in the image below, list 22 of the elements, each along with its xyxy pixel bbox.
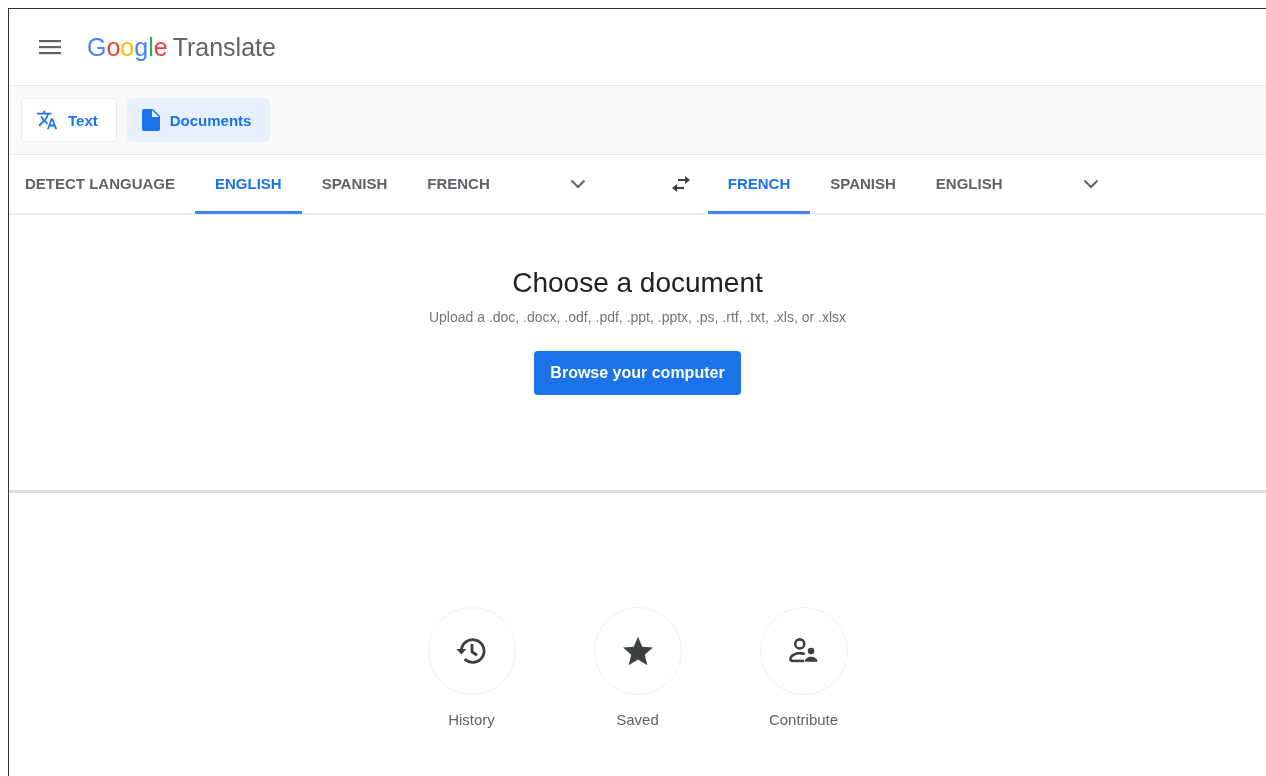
language-tab[interactable]: FRENCH — [707, 155, 811, 214]
language-tab[interactable]: ENGLISH — [915, 155, 1023, 214]
chevron-down-icon[interactable] — [569, 179, 586, 189]
upload-title: Choose a document — [512, 267, 763, 299]
shortcut-label: Saved — [616, 711, 659, 728]
language-tab[interactable]: DETECT LANGUAGE — [5, 155, 195, 214]
translate-icon — [36, 109, 58, 131]
logo: Google — [87, 32, 168, 62]
document-icon — [141, 109, 160, 131]
upload-hint: Upload a .doc, .docx, .odf, .pdf, .ppt, .pptx, .ps, .rtf, .txt, .xls, or .xlsx — [428, 309, 847, 325]
product-name: Translate — [172, 32, 276, 62]
shortcut-label: Contribute — [768, 711, 839, 728]
mode-tab[interactable]: Documents — [126, 98, 271, 142]
language-tab[interactable]: SPANISH — [810, 155, 916, 214]
language-tab[interactable]: ENGLISH — [195, 155, 302, 214]
language-tab[interactable]: FRENCH — [407, 155, 510, 214]
shortcut-label: History — [448, 711, 495, 728]
language-tab[interactable]: SPANISH — [301, 155, 408, 214]
chevron-down-icon[interactable] — [1082, 179, 1099, 189]
menu-icon[interactable] — [39, 39, 61, 55]
mode-tab[interactable]: Text — [21, 98, 117, 142]
browse-button[interactable]: Browse your computer — [534, 351, 741, 395]
